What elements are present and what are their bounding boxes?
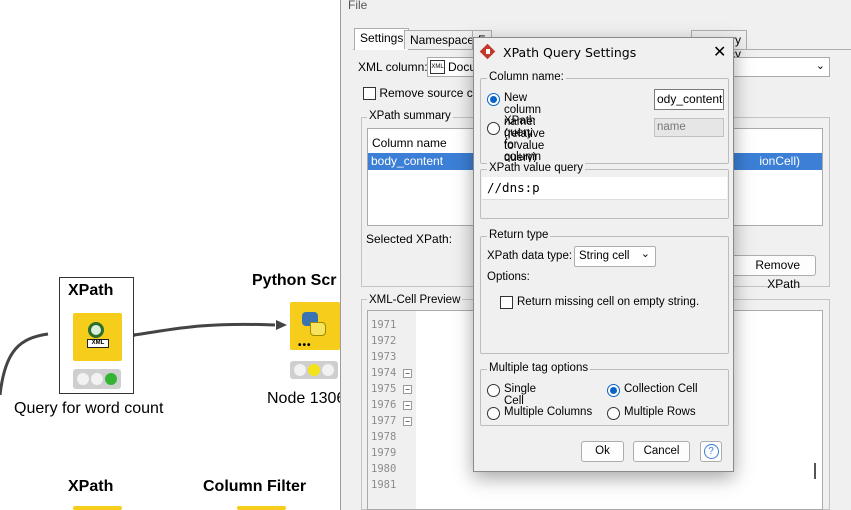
fold-toggle-icon[interactable]: − — [403, 369, 412, 378]
xpath-column-radio[interactable]: XPath query for column name: (relative t… — [487, 115, 545, 175]
chevron-down-icon: ⌄ — [815, 59, 825, 72]
close-icon[interactable]: ✕ — [713, 42, 726, 61]
xpath-summary-label: XPath summary — [367, 110, 453, 122]
xml-search-icon[interactable] — [73, 506, 122, 510]
collection-cell-radio[interactable]: Collection Cell — [607, 383, 698, 398]
tab-namespace[interactable]: Namespace — [404, 30, 481, 49]
help-icon[interactable]: ? — [700, 441, 722, 462]
chevron-down-icon: ⌄ — [640, 247, 650, 260]
line-number: 1975− — [371, 383, 417, 399]
modal-title: XPath Query Settings — [503, 45, 637, 60]
python-icon[interactable]: ••• — [290, 302, 340, 351]
xml-column-label: XML column: — [358, 60, 428, 74]
multiple-columns-radio[interactable]: Multiple Columns — [487, 406, 592, 421]
ok-button[interactable]: Ok — [581, 441, 624, 462]
value-query-input[interactable]: //dns:p — [482, 177, 727, 200]
xml-preview-label: XML-Cell Preview — [367, 294, 463, 306]
line-number: 1979 — [371, 447, 397, 459]
filter-icon[interactable] — [237, 506, 286, 510]
node-title: XPath — [68, 282, 114, 299]
remove-xpath-button[interactable]: Remove XPath — [724, 255, 816, 291]
line-number: 1978 — [371, 431, 397, 443]
line-number: 1974− — [371, 367, 417, 383]
scrollbar[interactable] — [814, 463, 816, 479]
cancel-button[interactable]: Cancel — [633, 441, 690, 462]
node-label[interactable]: Query for word count — [14, 400, 163, 418]
fold-toggle-icon[interactable]: − — [403, 385, 412, 394]
node-title: XPath — [68, 478, 114, 495]
xml-type-icon: XML — [430, 60, 445, 74]
line-number: 1973 — [371, 351, 397, 363]
node-status-lights — [73, 369, 121, 389]
new-column-radio[interactable]: New column name: — [487, 92, 541, 128]
node-title: Column Filter — [203, 478, 307, 495]
fold-toggle-icon[interactable]: − — [403, 401, 412, 410]
menu-file[interactable]: File — [348, 0, 367, 12]
xml-search-icon[interactable]: XML — [73, 313, 122, 361]
line-number: 1977− — [371, 415, 417, 431]
data-type-label: XPath data type: — [487, 250, 573, 262]
xpath-column-input[interactable]: name — [654, 118, 724, 137]
options-label: Options: — [487, 271, 530, 283]
line-number: 1976− — [371, 399, 417, 415]
app-icon — [479, 43, 496, 60]
node-title: Python Scr — [252, 272, 337, 289]
line-number: 1980 — [371, 463, 397, 475]
remove-source-checkbox[interactable]: Remove source colu — [363, 86, 489, 101]
return-missing-checkbox[interactable]: Return missing cell on empty string. — [500, 295, 699, 310]
node-label[interactable]: Node 1306 — [267, 390, 345, 408]
single-cell-radio[interactable]: Single Cell — [487, 383, 536, 407]
connection-lines — [0, 320, 287, 396]
data-type-select[interactable]: String cell ⌄ — [574, 246, 656, 267]
column-header: Column name — [372, 136, 447, 150]
selected-xpath-label: Selected XPath: — [366, 232, 453, 246]
line-number: 1971 — [371, 319, 397, 331]
fold-toggle-icon[interactable]: − — [403, 417, 412, 426]
multiple-rows-radio[interactable]: Multiple Rows — [607, 406, 696, 421]
new-column-input[interactable]: ody_content — [654, 89, 724, 110]
line-number: 1972 — [371, 335, 397, 347]
node-status-lights — [290, 361, 338, 379]
line-number: 1981 — [371, 479, 397, 491]
tab-settings[interactable]: Settings — [354, 28, 410, 50]
xpath-query-settings-modal: XPath Query Settings ✕ Column name: New … — [473, 37, 734, 472]
